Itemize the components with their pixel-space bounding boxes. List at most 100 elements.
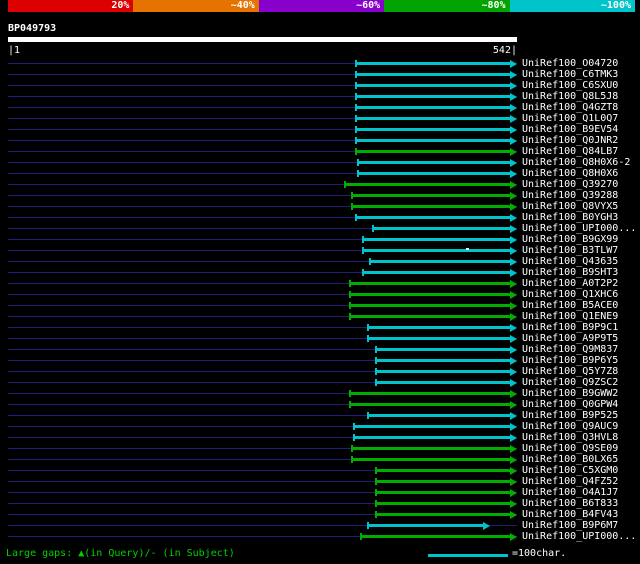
bar-line <box>355 216 512 219</box>
subject-id-label: UniRef100_Q3HVL8 <box>522 432 619 443</box>
subject-id-label: UniRef100_B9P525 <box>522 410 619 421</box>
subject-id-label: UniRef100_Q8H0X6 <box>522 168 619 179</box>
subject-id-label: UniRef100_UPI000... <box>522 223 637 234</box>
subject-gap-marker <box>466 248 470 250</box>
bar-line <box>355 95 512 98</box>
subject-id-label: UniRef100_Q1XHC6 <box>522 289 619 300</box>
alignment-overview: 20% ~40% ~60% ~80% ~100% BP049793 |1 542| Un… <box>0 0 640 564</box>
subject-id-label: UniRef100_B9GX99 <box>522 234 619 245</box>
subject-id-label: UniRef100_O04720 <box>522 58 619 69</box>
ruler-end-label: 542| <box>492 45 517 56</box>
alignment-row: UniRef100_C6SXU0 <box>0 80 640 91</box>
alignment-row: UniRef100_UPI000... <box>0 531 640 542</box>
subject-id-label: UniRef100_C5XGM0 <box>522 465 619 476</box>
alignment-row: UniRef100_Q8H0X6 <box>0 168 640 179</box>
alignment-row: UniRef100_Q39288 <box>0 190 640 201</box>
alignment-row: UniRef100_A0T2P2 <box>0 278 640 289</box>
right-arrow-icon <box>509 269 517 277</box>
right-arrow-icon <box>509 214 517 222</box>
alignment-bar <box>374 465 517 476</box>
right-arrow-icon <box>509 192 517 200</box>
right-arrow-icon <box>509 423 517 431</box>
alignment-bar <box>355 69 517 80</box>
subject-id-label: UniRef100_UPI000... <box>522 531 637 542</box>
right-arrow-icon <box>509 357 517 365</box>
alignment-row: UniRef100_B9P9C1 <box>0 322 640 333</box>
bar-line <box>351 447 512 450</box>
subject-id-label: UniRef100_C6SXU0 <box>522 80 619 91</box>
subject-id-label: UniRef100_B4FV43 <box>522 509 619 520</box>
alignment-bar <box>355 135 517 146</box>
alignment-row: UniRef100_O4A1J7 <box>0 487 640 498</box>
alignment-bar <box>374 498 517 509</box>
alignment-row: UniRef100_Q4GZT8 <box>0 102 640 113</box>
alignment-row: UniRef100_A9P9T5 <box>0 333 640 344</box>
bar-line <box>355 117 512 120</box>
bar-line <box>367 524 485 527</box>
alignment-bar <box>374 344 517 355</box>
bar-line <box>348 304 512 307</box>
alignment-bar <box>361 245 517 256</box>
right-arrow-icon <box>509 280 517 288</box>
alignment-row: UniRef100_B9P6Y5 <box>0 355 640 366</box>
legend-scale-line <box>428 554 508 557</box>
alignment-row: UniRef100_Q1ENE9 <box>0 311 640 322</box>
subject-id-label: UniRef100_A0T2P2 <box>522 278 619 289</box>
alignment-row: UniRef100_Q0GPW4 <box>0 399 640 410</box>
subject-id-label: UniRef100_Q8H0X6-2 <box>522 157 631 168</box>
color-key-label: ~100% <box>600 0 631 11</box>
alignment-row: UniRef100_UPI000... <box>0 223 640 234</box>
alignment-row: UniRef100_Q9AUC9 <box>0 421 640 432</box>
subject-id-label: UniRef100_B9SHT3 <box>522 267 619 278</box>
alignment-bar <box>361 234 517 245</box>
color-key-label: ~80% <box>481 0 506 11</box>
right-arrow-icon <box>509 379 517 387</box>
subject-id-label: UniRef100_Q5Y7Z8 <box>522 366 619 377</box>
bar-line <box>374 491 512 494</box>
alignment-bar <box>355 80 517 91</box>
alignment-row: UniRef100_Q8L5J8 <box>0 91 640 102</box>
alignment-row: UniRef100_Q5Y7Z8 <box>0 366 640 377</box>
alignment-bar <box>374 509 517 520</box>
alignment-bar <box>374 366 517 377</box>
bar-line <box>372 227 512 230</box>
bar-line <box>357 161 512 164</box>
alignment-bar <box>367 520 490 531</box>
subject-id-label: UniRef100_A9P9T5 <box>522 333 619 344</box>
right-arrow-icon <box>509 313 517 321</box>
alignment-row: UniRef100_B0LX65 <box>0 454 640 465</box>
right-arrow-icon <box>509 467 517 475</box>
subject-id-label: UniRef100_B9EV54 <box>522 124 619 135</box>
legend-gaps-label: Large gaps: ▲(in Query)/- (in Subject) <box>6 548 235 559</box>
alignment-bar <box>348 278 517 289</box>
right-arrow-icon <box>509 412 517 420</box>
bar-line <box>374 480 512 483</box>
subject-id-label: UniRef100_Q1ENE9 <box>522 311 619 322</box>
bar-line <box>374 359 512 362</box>
alignment-row: UniRef100_Q1L0Q7 <box>0 113 640 124</box>
right-arrow-icon <box>509 478 517 486</box>
bar-line <box>369 260 512 263</box>
right-arrow-icon <box>509 533 517 541</box>
color-key-label: ~60% <box>356 0 381 11</box>
subject-id-label: UniRef100_O4A1J7 <box>522 487 619 498</box>
legend-scale-label: =100char. <box>512 548 567 559</box>
bar-line <box>348 293 512 296</box>
right-arrow-icon <box>509 159 517 167</box>
bar-line <box>355 106 512 109</box>
bar-line <box>367 337 512 340</box>
alignment-bar <box>353 421 517 432</box>
alignment-bar <box>351 454 517 465</box>
alignment-bar <box>374 476 517 487</box>
subject-id-label: UniRef100_B9GWW2 <box>522 388 619 399</box>
bar-line <box>374 370 512 373</box>
right-arrow-icon <box>509 126 517 134</box>
alignment-bar <box>367 410 517 421</box>
right-arrow-icon <box>509 302 517 310</box>
subject-id-label: UniRef100_Q84LB7 <box>522 146 619 157</box>
bar-line <box>361 238 512 241</box>
alignment-rows: UniRef100_O04720 UniRef100_C6TMK3 UniRef10… <box>0 58 640 542</box>
alignment-bar <box>348 289 517 300</box>
alignment-bar <box>348 399 517 410</box>
query-bar <box>8 37 517 42</box>
